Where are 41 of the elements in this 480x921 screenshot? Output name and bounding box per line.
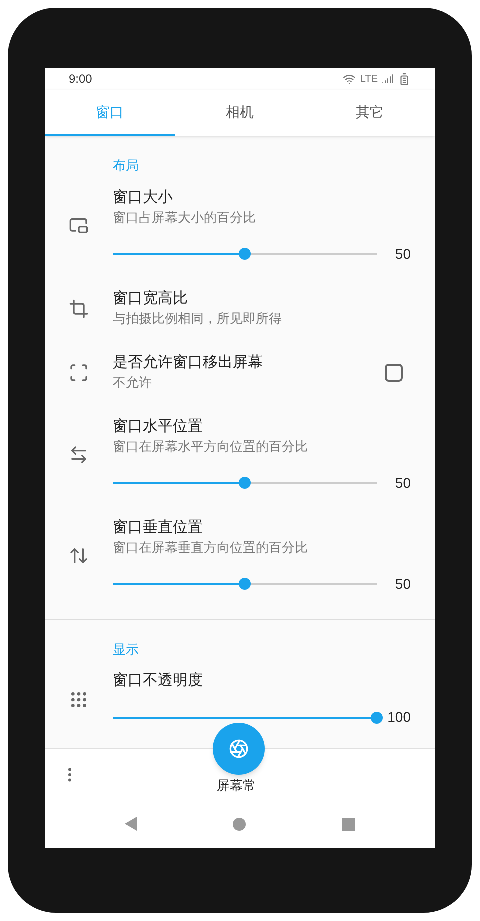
dot-grid-icon bbox=[69, 690, 89, 710]
setting-subtitle: 与拍摄比例相同，所见即所得 bbox=[113, 310, 283, 328]
setting-title: 窗口宽高比 bbox=[113, 288, 189, 308]
home-icon[interactable] bbox=[233, 818, 246, 830]
crop-icon bbox=[69, 298, 89, 318]
bottom-label: 屏幕常 bbox=[217, 777, 256, 795]
capture-button[interactable] bbox=[213, 723, 265, 775]
vertical-arrows-icon bbox=[69, 546, 89, 566]
picture-in-picture-icon bbox=[69, 216, 89, 236]
section-header: 显示 bbox=[112, 640, 140, 658]
horizontal-arrows-icon bbox=[69, 445, 89, 465]
setting-title: 是否允许窗口移出屏幕 bbox=[113, 352, 264, 372]
slider-thumb[interactable] bbox=[239, 477, 251, 489]
setting-subtitle: 窗口在屏幕水平方向位置的百分比 bbox=[113, 438, 309, 456]
wifi-icon bbox=[343, 72, 356, 86]
slider-thumb[interactable] bbox=[239, 578, 251, 590]
slider-value: 50 bbox=[394, 244, 411, 264]
signal-icon bbox=[382, 73, 394, 85]
section-header: 布局 bbox=[112, 157, 140, 175]
setting-title: 窗口水平位置 bbox=[113, 416, 204, 436]
recents-icon[interactable] bbox=[342, 818, 355, 830]
setting-title: 窗口垂直位置 bbox=[113, 518, 204, 538]
setting-subtitle: 窗口占屏幕大小的百分比 bbox=[113, 208, 257, 226]
slider-value: 100 bbox=[386, 708, 411, 727]
slider-thumb[interactable] bbox=[239, 248, 251, 260]
aperture-icon bbox=[229, 739, 249, 759]
slider-value: 50 bbox=[394, 474, 411, 492]
setting-subtitle: 不允许 bbox=[113, 374, 153, 392]
tab[interactable]: 其它 bbox=[305, 90, 435, 136]
setting-title: 窗口大小 bbox=[113, 188, 174, 208]
status-time: 9:00 bbox=[69, 71, 94, 88]
tab[interactable]: 相机 bbox=[175, 90, 305, 136]
setting-title: 窗口不透明度 bbox=[113, 671, 204, 691]
slider-thumb[interactable] bbox=[371, 712, 383, 724]
slider-value: 50 bbox=[394, 574, 411, 594]
battery-icon bbox=[398, 72, 411, 86]
corners-icon bbox=[69, 362, 89, 382]
setting-subtitle: 窗口在屏幕垂直方向位置的百分比 bbox=[113, 538, 309, 556]
network-type: LTE bbox=[360, 72, 378, 86]
checkbox[interactable] bbox=[385, 364, 403, 382]
back-icon[interactable] bbox=[125, 817, 137, 831]
